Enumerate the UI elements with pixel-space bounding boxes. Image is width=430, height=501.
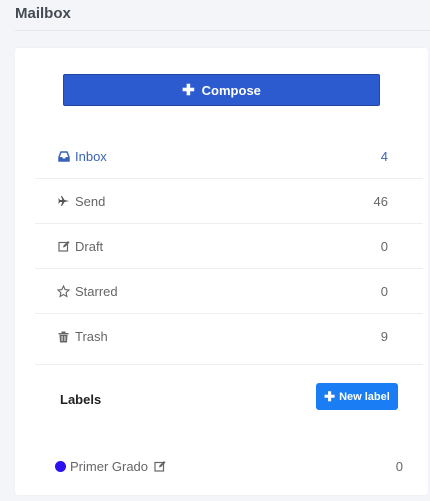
star-icon [57, 284, 70, 298]
new-label-text: New label [339, 390, 390, 403]
labels-divider [35, 364, 423, 365]
menu-item-count: 46 [373, 193, 388, 209]
edit-icon [57, 240, 70, 253]
labels-heading: Labels [60, 392, 102, 407]
menu-item-label: Draft [75, 238, 104, 254]
label-item: Primer Grado 0 [55, 455, 403, 477]
menu-item-inbox[interactable]: Inbox 4 [35, 134, 423, 179]
menu-item-label: Send [75, 193, 106, 209]
menu-item-send[interactable]: Send 46 [35, 179, 423, 224]
plus-icon: ✚ [182, 81, 195, 99]
trash-icon [57, 330, 70, 343]
menu-item-count: 9 [380, 329, 388, 344]
menu-item-label: Trash [75, 329, 108, 344]
inbox-icon [57, 150, 70, 163]
menu-item-starred[interactable]: Starred 0 [35, 269, 423, 314]
menu-item-label: Starred [75, 283, 118, 299]
edit-icon[interactable] [154, 460, 166, 472]
menu-item-count: 0 [380, 283, 388, 299]
menu-item-trash[interactable]: Trash 9 [35, 314, 423, 359]
new-label-button[interactable]: ✚ New label [316, 383, 398, 410]
plane-icon [57, 195, 70, 208]
menu-item-count: 4 [380, 148, 388, 164]
page-title: Mailbox [15, 5, 71, 22]
menu-item-draft[interactable]: Draft 0 [35, 224, 423, 269]
menu-item-count: 0 [380, 238, 388, 254]
mailbox-menu: Inbox 4 Send 46 Draft 0 Starred 0 Trash … [35, 134, 423, 359]
menu-item-label: Inbox [75, 148, 107, 164]
label-color-dot [55, 460, 66, 472]
compose-button[interactable]: ✚ Compose [63, 74, 380, 106]
label-name[interactable]: Primer Grado [70, 459, 148, 474]
plus-icon: ✚ [324, 389, 336, 404]
mailbox-card: ✚ Compose Inbox 4 Send 46 Draft 0 Starre… [15, 48, 428, 495]
compose-label: Compose [201, 82, 261, 98]
label-count: 0 [395, 458, 403, 474]
title-divider [15, 30, 430, 31]
